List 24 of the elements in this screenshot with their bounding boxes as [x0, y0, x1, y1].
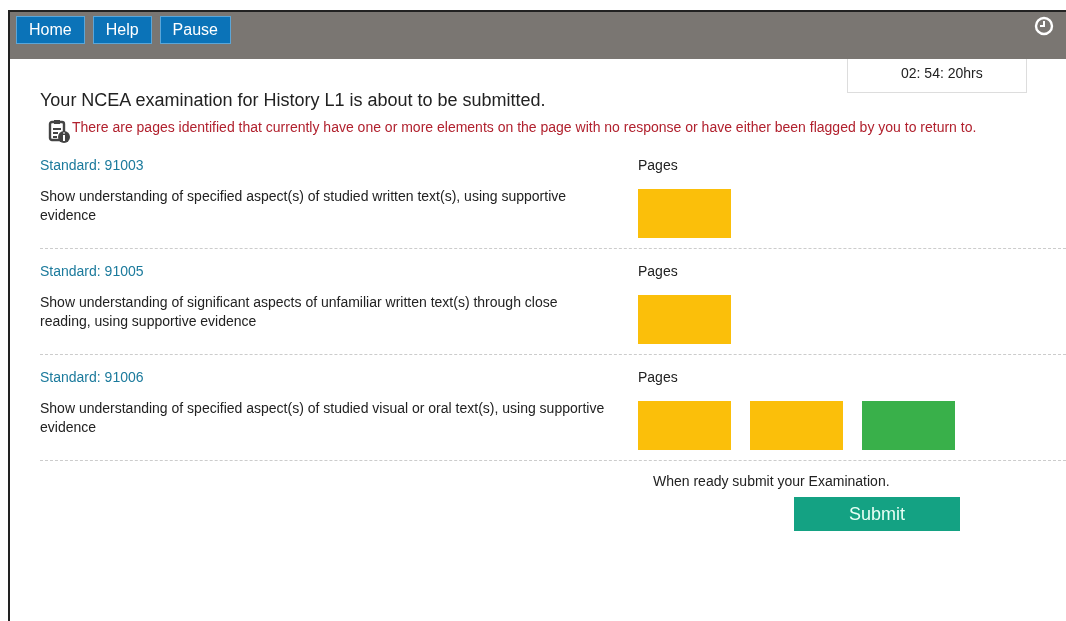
- standard-label: Standard: 91005: [40, 263, 145, 279]
- standard-description: Show understanding of specified aspect(s) of studied visual or oral text(s), using supportive evidence: [40, 399, 606, 437]
- nav-button[interactable]: Home: [16, 16, 85, 44]
- pages-label: Pages: [638, 157, 679, 173]
- page-tile[interactable]: [862, 401, 955, 450]
- warning-message: There are pages identified that currently have one or more elements on the page with no response or have either been flagged by you to return to.: [72, 119, 977, 136]
- standard-description: Show understanding of specified aspect(s) of studied written text(s), using supportive evidence: [40, 187, 568, 225]
- standard-description: Show understanding of significant aspects of unfamiliar written text(s) through close reading, using supportive evidence: [40, 293, 559, 331]
- clock-icon[interactable]: [1034, 16, 1054, 36]
- page-title: Your NCEA examination for History L1 is about to be submitted.: [40, 90, 546, 111]
- pages-label: Pages: [638, 263, 679, 279]
- page-tile[interactable]: [638, 295, 731, 344]
- submit-prompt: When ready submit your Examination.: [653, 473, 890, 489]
- submit-button[interactable]: Submit: [794, 497, 960, 531]
- standard-label: Standard: 91006: [40, 369, 145, 385]
- pages-label: Pages: [638, 369, 679, 385]
- page-tile[interactable]: [750, 401, 843, 450]
- document-info-icon: [48, 119, 70, 143]
- page-tile[interactable]: [638, 189, 731, 238]
- page-tile[interactable]: [638, 401, 731, 450]
- nav-button[interactable]: Pause: [159, 16, 231, 44]
- timer: 02: 54: 20hrs: [847, 59, 1027, 93]
- nav-button[interactable]: Help: [92, 16, 152, 44]
- standard-label: Standard: 91003: [40, 157, 145, 173]
